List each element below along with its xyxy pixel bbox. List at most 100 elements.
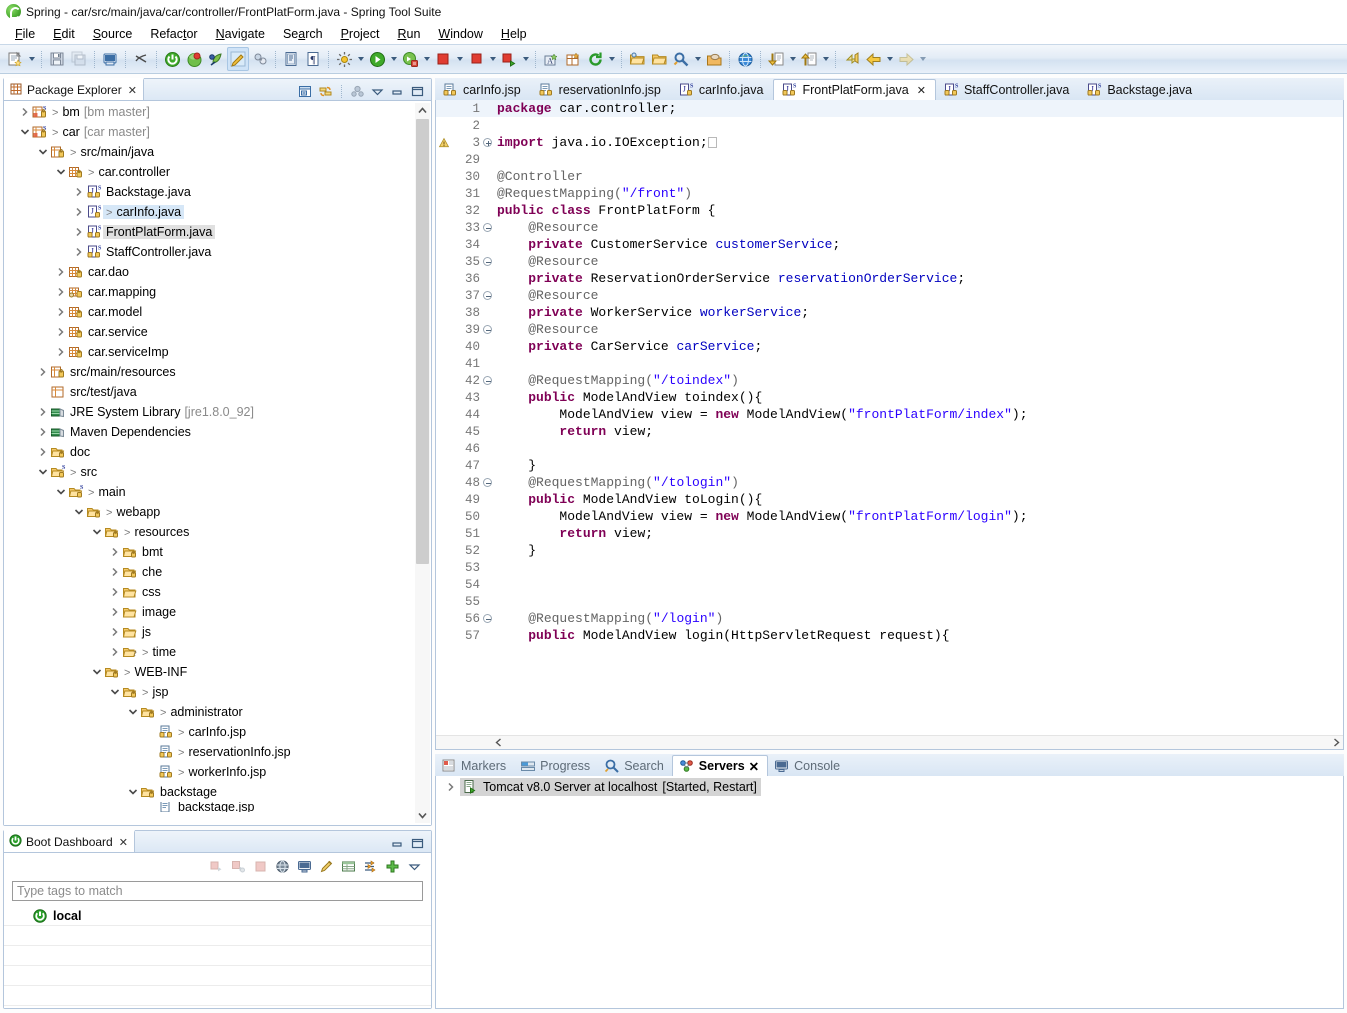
tree-twisty[interactable] — [72, 227, 85, 237]
tree-item-backstage-jsp[interactable]: backstage.jsp — [4, 802, 431, 812]
spring-explorer-icon[interactable] — [205, 47, 227, 71]
open-console-icon[interactable] — [296, 858, 313, 875]
tree-item-src-main-resources[interactable]: src/main/resources — [4, 362, 431, 382]
tree-twisty[interactable] — [72, 187, 85, 197]
tree-item-car-controller[interactable]: > car.controller — [4, 162, 431, 182]
editor-tab-backstage-java[interactable]: J S Backstage.java — [1079, 79, 1202, 100]
code-area[interactable]: 1 package car.controller; 2 3 import java.i… — [436, 100, 1343, 735]
tree-item-reservationinfo-jsp[interactable]: > reservationInfo.jsp — [4, 742, 431, 762]
minimize-icon[interactable] — [389, 83, 406, 100]
minimize-icon[interactable] — [389, 835, 406, 852]
tree-twisty[interactable] — [72, 508, 85, 516]
menu-navigate[interactable]: Navigate — [207, 25, 274, 43]
tree-item-jre-system-library[interactable]: JRE System Library [jre1.8.0_92] — [4, 402, 431, 422]
tab-package-explorer[interactable]: Package Explorer ✕ — [4, 78, 144, 100]
tree-item-src-test-java[interactable]: src/test/java — [4, 382, 431, 402]
editor-tab-carinfo-jsp[interactable]: carInfo.jsp — [435, 79, 531, 100]
tree-twisty[interactable] — [54, 307, 67, 317]
import-dropdown-icon[interactable] — [787, 47, 798, 71]
tree-item-car-serviceimp[interactable]: car.serviceImp — [4, 342, 431, 362]
tree-twisty[interactable] — [36, 367, 49, 377]
tree-twisty[interactable] — [18, 107, 31, 117]
save-all-icon[interactable] — [68, 47, 90, 71]
edit-highlight-icon[interactable] — [227, 47, 249, 71]
tree-twisty[interactable] — [444, 782, 457, 792]
tree-twisty[interactable] — [72, 247, 85, 257]
tree-item-jsp[interactable]: > jsp — [4, 682, 431, 702]
search-dropdown-icon[interactable] — [692, 47, 703, 71]
refresh-dropdown-icon[interactable] — [606, 47, 617, 71]
close-icon[interactable]: ✕ — [917, 84, 926, 97]
add-element-icon[interactable] — [384, 858, 401, 875]
open-resource-icon[interactable] — [648, 47, 670, 71]
boot-dashboard-filter-input[interactable]: Type tags to match — [12, 881, 423, 901]
folding-ruler-cell[interactable] — [482, 257, 493, 266]
bottom-tab-servers[interactable]: Servers ✕ — [671, 755, 769, 776]
new-java-class-icon[interactable]: A — [540, 47, 562, 71]
tree-item-carinfo-java[interactable]: J S > carInfo.java — [4, 202, 431, 222]
tree-item-bm[interactable]: S > bm [bm master] — [4, 102, 431, 122]
tree-item-image[interactable]: image — [4, 602, 431, 622]
skip-breakpoints-icon[interactable] — [333, 47, 355, 71]
editor-tab-staffcontroller-java[interactable]: J S StaffController.java — [936, 79, 1079, 100]
tree-item-src[interactable]: S > src — [4, 462, 431, 482]
back-dropdown-icon[interactable] — [884, 47, 895, 71]
tree-item-car-dao[interactable]: car.dao — [4, 262, 431, 282]
folding-ruler-cell[interactable] — [482, 291, 493, 300]
tree-twisty[interactable] — [36, 427, 49, 437]
tree-item-workerinfo-jsp[interactable]: > workerInfo.jsp — [4, 762, 431, 782]
import-icon[interactable] — [765, 47, 787, 71]
close-icon[interactable]: ✕ — [749, 759, 759, 774]
tree-item-src-main-java[interactable]: > src/main/java — [4, 142, 431, 162]
tree-twisty[interactable] — [108, 647, 121, 657]
tree-item-car-service[interactable]: car.service — [4, 322, 431, 342]
server-row[interactable]: Tomcat v8.0 Server at localhost [Started,… — [436, 776, 1343, 797]
debug-spring-icon[interactable] — [183, 47, 205, 71]
link-with-editor-icon[interactable] — [317, 83, 334, 100]
menu-refactor[interactable]: Refactor — [141, 25, 206, 43]
collapse-all-icon[interactable] — [297, 83, 314, 100]
view-menu-icon[interactable] — [406, 858, 423, 875]
fold-expand-icon[interactable] — [483, 138, 492, 147]
toggle-breakpoint-icon[interactable] — [130, 47, 152, 71]
tree-item-staffcontroller-java[interactable]: J S StaffController.java — [4, 242, 431, 262]
refresh-icon[interactable] — [584, 47, 606, 71]
open-type-icon[interactable] — [280, 47, 302, 71]
save-icon[interactable] — [46, 47, 68, 71]
tree-twisty[interactable] — [36, 407, 49, 417]
open-properties-icon[interactable] — [340, 858, 357, 875]
servers-list[interactable]: Tomcat v8.0 Server at localhost [Started,… — [436, 776, 1343, 797]
forward-dropdown-icon[interactable] — [917, 47, 928, 71]
tree-item-main[interactable]: S > main — [4, 482, 431, 502]
link-editor-icon[interactable] — [249, 47, 271, 71]
annotation-ruler-cell[interactable] — [436, 135, 452, 151]
scroll-down-icon[interactable] — [415, 808, 430, 823]
run-icon[interactable] — [366, 47, 388, 71]
menu-help[interactable]: Help — [492, 25, 536, 43]
boot-run-icon[interactable] — [161, 47, 183, 71]
folding-ruler-cell[interactable] — [482, 376, 493, 385]
tree-twisty[interactable] — [54, 267, 67, 277]
folding-ruler-cell[interactable] — [482, 614, 493, 623]
open-task-icon[interactable] — [703, 47, 725, 71]
menu-run[interactable]: Run — [388, 25, 429, 43]
tree-twisty[interactable] — [126, 708, 139, 716]
tree-item-css[interactable]: css — [4, 582, 431, 602]
tree-item-doc[interactable]: doc — [4, 442, 431, 462]
fold-collapse-icon[interactable] — [483, 257, 492, 266]
tree-twisty[interactable] — [36, 148, 49, 156]
server-entry[interactable]: Tomcat v8.0 Server at localhost [Started,… — [460, 777, 761, 796]
editor-horizontal-scrollbar[interactable] — [436, 735, 1343, 749]
bottom-tab-console[interactable]: Console — [768, 755, 848, 776]
fold-collapse-icon[interactable] — [483, 291, 492, 300]
stop-dropdown-icon[interactable] — [487, 47, 498, 71]
stop-icon[interactable] — [252, 858, 269, 875]
tree-twisty[interactable] — [108, 547, 121, 557]
tree-item-time[interactable]: ? > time — [4, 642, 431, 662]
search-icon[interactable] — [670, 47, 692, 71]
terminate-dropdown-icon[interactable] — [454, 47, 465, 71]
menu-file[interactable]: File — [6, 25, 44, 43]
toggle-filters-icon[interactable] — [362, 858, 379, 875]
back-history-icon[interactable] — [840, 47, 862, 71]
start-icon[interactable] — [208, 858, 225, 875]
